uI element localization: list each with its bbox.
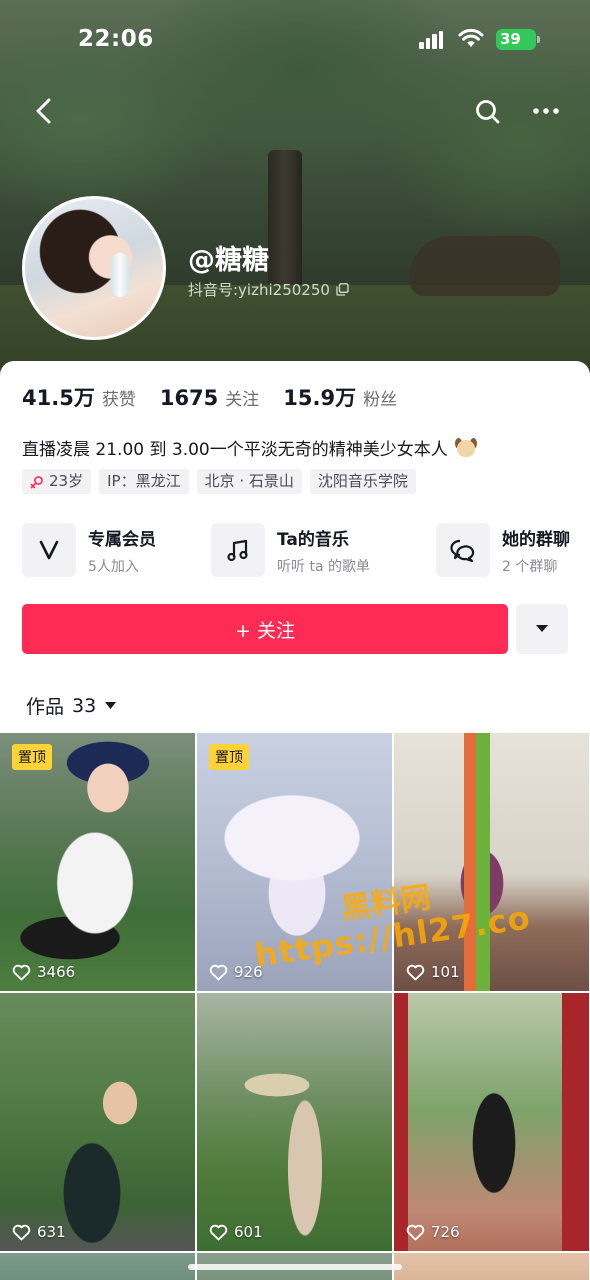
stat-value: 1675 [159, 386, 219, 410]
stat-label: 获赞 [101, 390, 136, 410]
stat-followers[interactable]: 15.9万 粉丝 [283, 382, 397, 412]
vip-v-icon [22, 523, 76, 577]
battery-indicator: 39 [496, 29, 540, 50]
tag-text: 北京 · 石景山 [204, 472, 294, 490]
works-label: 作品 [26, 696, 65, 718]
more-options-icon[interactable] [530, 98, 562, 124]
entry-group-chat[interactable]: 她的群聊 2 个群聊 [436, 521, 570, 579]
caret-down-icon [536, 625, 548, 632]
entry-title: 专属会员 [88, 529, 156, 550]
stats-row: 41.5万 获赞 1675 关注 15.9万 粉丝 [22, 382, 421, 412]
entry-subtitle: 听听 ta 的歌单 [277, 558, 370, 575]
entry-title: 她的群聊 [502, 529, 570, 550]
like-count-text: 3466 [37, 963, 76, 981]
tag-text: 沈阳音乐学院 [317, 472, 408, 490]
douyin-id-text: 抖音号:yizhi250250 [188, 281, 330, 299]
pinned-badge: 置顶 [209, 744, 249, 770]
bio-text: 直播凌晨 21.00 到 3.00一个平淡无奇的精神美少女本人 [22, 440, 448, 460]
like-count-text: 601 [234, 1223, 263, 1241]
wifi-icon [458, 28, 484, 47]
like-count: 631 [12, 1223, 66, 1241]
tab-works[interactable]: 作品 33 [26, 692, 117, 719]
entry-music[interactable]: Ta的音乐 听听 ta 的歌单 [211, 521, 370, 579]
like-count: 101 [406, 963, 460, 981]
video-thumbnail[interactable] [0, 1253, 195, 1280]
entry-subtitle: 2 个群聊 [502, 558, 558, 575]
stat-label: 关注 [225, 390, 260, 410]
video-thumbnail[interactable]: 置顶 3466 [0, 733, 195, 991]
video-thumbnail[interactable]: 置顶 926 [197, 733, 392, 991]
entry-membership[interactable]: 专属会员 5人加入 [22, 521, 156, 579]
female-icon [30, 475, 43, 488]
follow-label: + 关注 [235, 619, 295, 642]
group-chat-icon [436, 523, 490, 577]
profile-info-panel: 41.5万 获赞 1675 关注 15.9万 粉丝 直播凌晨 21.00 到 3… [0, 361, 590, 1280]
bio: 直播凌晨 21.00 到 3.00一个平淡无奇的精神美少女本人 [22, 435, 478, 460]
heart-icon [12, 1224, 31, 1240]
tag-ip: IP：黑龙江 [99, 469, 189, 494]
music-note-icon [211, 523, 265, 577]
tag-school[interactable]: 沈阳音乐学院 [309, 469, 416, 494]
cellular-signal-icon [419, 31, 443, 49]
heart-icon [209, 1224, 228, 1240]
tag-text: IP：黑龙江 [107, 472, 181, 490]
stat-value: 15.9万 [283, 386, 357, 410]
video-thumbnail[interactable]: 101 [394, 733, 589, 991]
like-count: 601 [209, 1223, 263, 1241]
status-bar: 22:06 39 [0, 0, 590, 80]
heart-icon [209, 964, 228, 980]
profile-tags: 23岁 IP：黑龙江 北京 · 石景山 沈阳音乐学院 [22, 469, 416, 494]
entry-subtitle: 5人加入 [88, 558, 139, 575]
search-icon[interactable] [472, 96, 504, 128]
like-count-text: 101 [431, 963, 460, 981]
stat-value: 41.5万 [22, 386, 95, 410]
copy-icon[interactable] [336, 283, 349, 296]
status-time: 22:06 [78, 26, 154, 52]
avatar[interactable] [22, 196, 166, 340]
video-thumbnail[interactable] [394, 1253, 589, 1280]
caret-down-icon [105, 702, 117, 709]
like-count: 926 [209, 963, 263, 981]
dog-emoji-icon [455, 438, 478, 458]
stat-likes[interactable]: 41.5万 获赞 [22, 382, 136, 412]
username: @糖糖 [188, 245, 269, 276]
tag-text: 23岁 [49, 472, 84, 490]
video-thumbnail[interactable]: 631 [0, 993, 195, 1251]
recommend-dropdown-button[interactable] [516, 604, 568, 654]
heart-icon [12, 964, 31, 980]
heart-icon [406, 1224, 425, 1240]
video-thumbnail[interactable]: 726 [394, 993, 589, 1251]
like-count-text: 726 [431, 1223, 460, 1241]
tag-location[interactable]: 北京 · 石景山 [196, 469, 302, 494]
tag-age: 23岁 [22, 469, 92, 494]
like-count: 726 [406, 1223, 460, 1241]
works-count: 33 [72, 694, 97, 717]
back-arrow-icon[interactable] [28, 94, 62, 128]
like-count-text: 631 [37, 1223, 66, 1241]
pinned-badge: 置顶 [12, 744, 52, 770]
feature-entries: 专属会员 5人加入 Ta的音乐 听听 ta 的歌单 她的群聊 2 个群聊 [22, 521, 590, 579]
follow-button[interactable]: + 关注 [22, 604, 508, 654]
heart-icon [406, 964, 425, 980]
stat-following[interactable]: 1675 关注 [160, 385, 259, 410]
video-thumbnail[interactable]: 601 [197, 993, 392, 1251]
entry-title: Ta的音乐 [277, 529, 349, 550]
like-count: 3466 [12, 963, 75, 981]
home-indicator[interactable] [188, 1264, 402, 1270]
like-count-text: 926 [234, 963, 263, 981]
douyin-id: 抖音号:yizhi250250 [188, 279, 349, 300]
stat-label: 粉丝 [363, 390, 398, 410]
